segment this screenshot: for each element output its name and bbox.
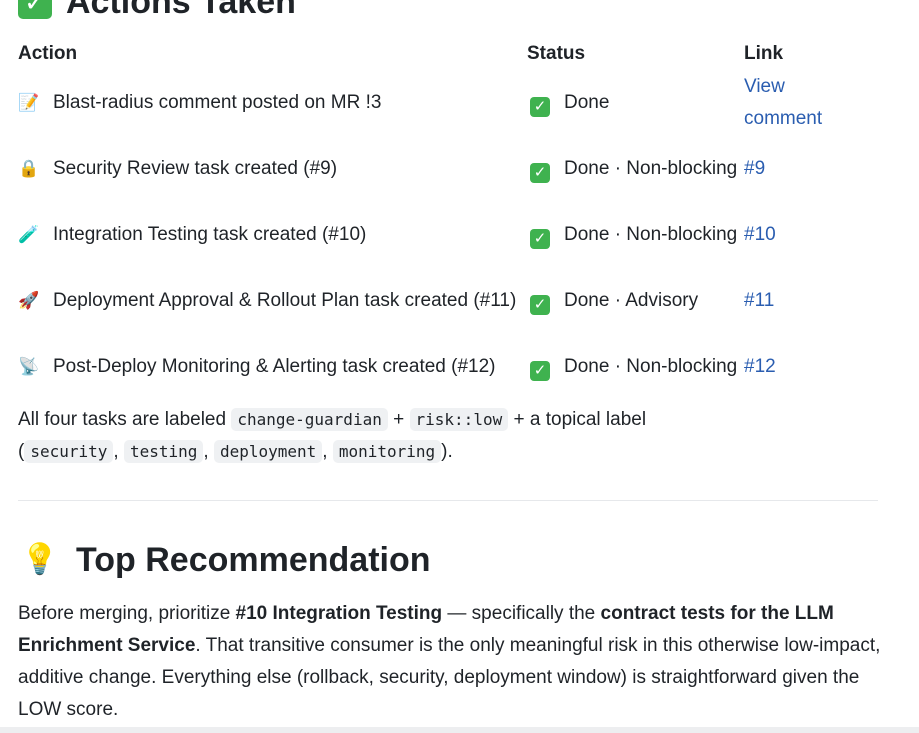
action-text: Integration Testing task created (#10): [53, 224, 367, 245]
table-row: 🔒 Security Review task created (#9) ✓ Done…: [18, 136, 858, 202]
header-link: Link: [744, 43, 784, 64]
check-mark-icon: ✓: [18, 0, 52, 19]
link-cell: View comment: [744, 70, 858, 136]
action-cell: 🔒 Security Review task created (#9): [18, 136, 527, 202]
status-cell: ✓ Done · Advisory: [527, 268, 744, 334]
check-mark-icon: ✓: [530, 97, 550, 117]
horizontal-scrollbar[interactable]: [0, 727, 919, 733]
lock-icon: 🔒: [18, 159, 40, 178]
note-mid: + a topical label: [513, 409, 647, 430]
actions-heading-text: Actions Taken: [66, 0, 296, 21]
table-row: 🚀 Deployment Approval & Rollout Plan task…: [18, 268, 858, 334]
section-divider: [18, 500, 878, 501]
check-mark-icon: ✓: [530, 295, 550, 315]
rec-bold-task: #10 Integration Testing: [235, 603, 443, 624]
table-header-row: Action Status Link: [18, 38, 858, 70]
rec-text-2: — specifically the: [447, 603, 596, 624]
labels-note: All four tasks are labeled change-guardi…: [18, 408, 647, 463]
rocket-icon: 🚀: [18, 291, 40, 310]
link-cell: #9: [744, 136, 858, 202]
action-cell: 🚀 Deployment Approval & Rollout Plan task…: [18, 268, 527, 334]
table-row: 📝 Blast-radius comment posted on MR !3 ✓ D…: [18, 70, 858, 136]
label-security: security: [24, 440, 114, 463]
task-10-link[interactable]: #10: [744, 224, 776, 245]
action-text: Security Review task created (#9): [53, 158, 338, 179]
status-cell: ✓ Done · Non-blocking: [527, 136, 744, 202]
status-text: Done · Non-blocking: [564, 224, 738, 245]
header-status: Status: [527, 43, 586, 64]
task-11-link[interactable]: #11: [744, 290, 774, 311]
note-plus: +: [393, 409, 405, 430]
label-change-guardian: change-guardian: [231, 408, 388, 431]
task-9-link[interactable]: #9: [744, 158, 765, 179]
actions-table: Action Status Link 📝 Blast-radius comment…: [18, 38, 858, 400]
header-action: Action: [18, 43, 78, 64]
status-text: Done · Non-blocking: [564, 158, 738, 179]
action-cell: 📝 Blast-radius comment posted on MR !3: [18, 70, 527, 136]
actions-heading: ✓ Actions Taken: [18, 0, 296, 24]
table-row: 🧪 Integration Testing task created (#10) …: [18, 202, 858, 268]
light-bulb-icon: 💡: [21, 543, 59, 576]
link-cell: #12: [744, 334, 858, 400]
status-text: Done: [564, 92, 610, 113]
check-mark-icon: ✓: [530, 163, 550, 183]
rec-text-1: Before merging, prioritize: [18, 603, 231, 624]
satellite-icon: 📡: [18, 357, 40, 376]
test-tube-icon: 🧪: [18, 225, 40, 244]
action-text: Deployment Approval & Rollout Plan task …: [53, 290, 517, 311]
label-risk-low: risk::low: [409, 408, 509, 431]
link-cell: #11: [744, 268, 858, 334]
check-mark-icon: ✓: [530, 361, 550, 381]
action-text: Blast-radius comment posted on MR !3: [53, 92, 382, 113]
task-12-link[interactable]: #12: [744, 356, 776, 377]
recommendation-heading-text: Top Recommendation: [76, 541, 431, 579]
link-cell: #10: [744, 202, 858, 268]
recommendation-paragraph: Before merging, prioritize #10 Integrati…: [18, 598, 888, 726]
action-cell: 🧪 Integration Testing task created (#10): [18, 202, 527, 268]
action-text: Post-Deploy Monitoring & Alerting task c…: [53, 356, 496, 377]
label-testing: testing: [123, 440, 204, 463]
label-deployment: deployment: [213, 440, 323, 463]
check-mark-icon: ✓: [530, 229, 550, 249]
status-text: Done · Non-blocking: [564, 356, 738, 377]
status-cell: ✓ Done · Non-blocking: [527, 334, 744, 400]
recommendation-heading: 💡 Top Recommendation: [18, 536, 431, 584]
note-close: ).: [441, 441, 453, 462]
status-cell: ✓ Done · Non-blocking: [527, 202, 744, 268]
action-cell: 📡 Post-Deploy Monitoring & Alerting task …: [18, 334, 527, 400]
table-row: 📡 Post-Deploy Monitoring & Alerting task …: [18, 334, 858, 400]
note-prefix: All four tasks are labeled: [18, 409, 227, 430]
view-comment-link[interactable]: View comment: [744, 76, 822, 129]
status-cell: ✓ Done: [527, 70, 744, 136]
memo-icon: 📝: [18, 93, 40, 112]
label-monitoring: monitoring: [332, 440, 442, 463]
status-text: Done · Advisory: [564, 290, 699, 311]
